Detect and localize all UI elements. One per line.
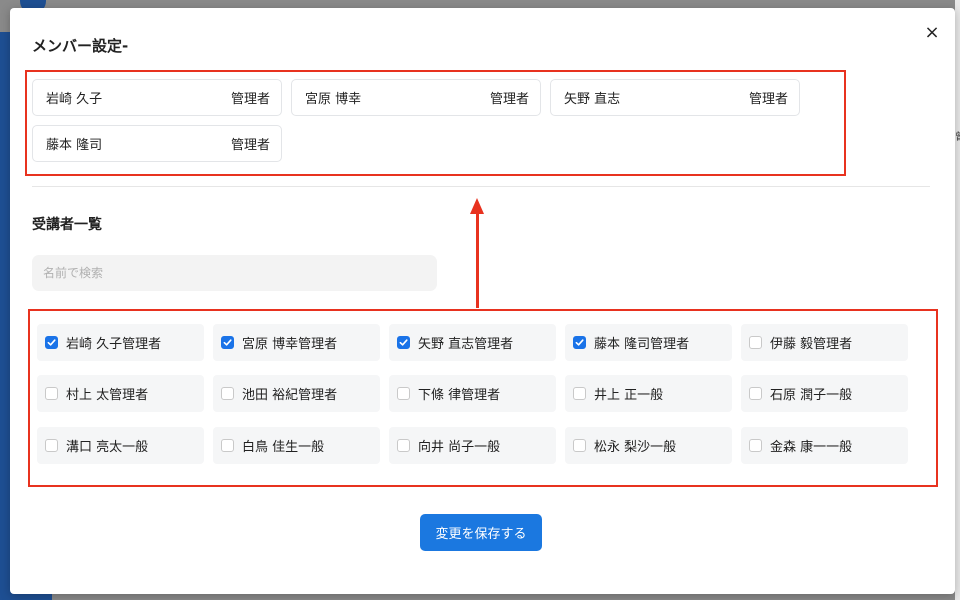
students-section-title: 受講者一覧 xyxy=(32,217,102,233)
student-checkbox-item[interactable]: 溝口 亮太一般 xyxy=(37,427,204,464)
student-checkbox-item[interactable]: 藤本 隆司管理者 xyxy=(565,324,732,361)
checkbox-unchecked-icon[interactable] xyxy=(573,439,586,452)
student-label: 松永 梨沙一般 xyxy=(594,440,677,455)
student-label: 下條 律管理者 xyxy=(418,388,501,403)
student-checkbox-item[interactable]: 井上 正一般 xyxy=(565,375,732,412)
checkbox-unchecked-icon[interactable] xyxy=(573,387,586,400)
background-text: 曾 xyxy=(955,128,960,143)
student-label: 矢野 直志管理者 xyxy=(418,337,514,352)
search-input[interactable] xyxy=(32,255,437,291)
member-card[interactable]: 藤本 隆司 管理者 xyxy=(32,125,282,162)
member-role: 管理者 xyxy=(748,92,788,107)
checkbox-unchecked-icon[interactable] xyxy=(749,387,762,400)
student-label: 溝口 亮太一般 xyxy=(66,440,149,455)
section-divider xyxy=(32,186,930,187)
annotation-arrow-head xyxy=(470,198,484,214)
student-label: 向井 尚子一般 xyxy=(418,440,501,455)
student-label: 岩崎 久子管理者 xyxy=(66,337,162,352)
checkbox-checked-icon[interactable] xyxy=(45,336,58,349)
student-checkbox-item[interactable]: 伊藤 毅管理者 xyxy=(741,324,908,361)
checkbox-unchecked-icon[interactable] xyxy=(45,387,58,400)
background-page-edge xyxy=(955,0,960,600)
member-role: 管理者 xyxy=(489,92,529,107)
student-checkbox-item[interactable]: 向井 尚子一般 xyxy=(389,427,556,464)
student-checkbox-item[interactable]: 金森 康一一般 xyxy=(741,427,908,464)
member-settings-modal: × メンバー設定- 岩崎 久子 管理者 宮原 博幸 管理者 矢野 直志 管理者 … xyxy=(10,8,955,594)
checkbox-unchecked-icon[interactable] xyxy=(221,439,234,452)
student-checkbox-item[interactable]: 松永 梨沙一般 xyxy=(565,427,732,464)
member-name: 矢野 直志 xyxy=(564,92,621,107)
student-label: 白鳥 佳生一般 xyxy=(242,440,325,455)
student-checkbox-item[interactable]: 村上 太管理者 xyxy=(37,375,204,412)
annotation-arrow-line xyxy=(476,213,479,308)
student-checkbox-item[interactable]: 岩崎 久子管理者 xyxy=(37,324,204,361)
student-label: 藤本 隆司管理者 xyxy=(594,337,690,352)
checkbox-unchecked-icon[interactable] xyxy=(221,387,234,400)
members-highlight-box: 岩崎 久子 管理者 宮原 博幸 管理者 矢野 直志 管理者 藤本 隆司 管理者 xyxy=(25,70,846,176)
student-label: 石原 潤子一般 xyxy=(770,388,853,403)
student-checkbox-item[interactable]: 池田 裕紀管理者 xyxy=(213,375,380,412)
member-card[interactable]: 岩崎 久子 管理者 xyxy=(32,79,282,116)
student-checkbox-item[interactable]: 下條 律管理者 xyxy=(389,375,556,412)
student-label: 伊藤 毅管理者 xyxy=(770,337,853,352)
checkbox-unchecked-icon[interactable] xyxy=(397,387,410,400)
member-name: 岩崎 久子 xyxy=(46,92,103,107)
checkbox-unchecked-icon[interactable] xyxy=(45,439,58,452)
member-role: 管理者 xyxy=(230,92,270,107)
checkbox-unchecked-icon[interactable] xyxy=(397,439,410,452)
checkbox-unchecked-icon[interactable] xyxy=(749,439,762,452)
checkbox-checked-icon[interactable] xyxy=(397,336,410,349)
checkbox-unchecked-icon[interactable] xyxy=(749,336,762,349)
checkbox-checked-icon[interactable] xyxy=(573,336,586,349)
student-label: 金森 康一一般 xyxy=(770,440,853,455)
save-button[interactable]: 変更を保存する xyxy=(420,514,542,551)
student-label: 村上 太管理者 xyxy=(66,388,149,403)
close-icon[interactable]: × xyxy=(922,22,942,43)
member-name: 宮原 博幸 xyxy=(305,92,362,107)
member-card[interactable]: 宮原 博幸 管理者 xyxy=(291,79,541,116)
student-checkbox-item[interactable]: 宮原 博幸管理者 xyxy=(213,324,380,361)
member-role: 管理者 xyxy=(230,138,270,153)
student-checkbox-item[interactable]: 石原 潤子一般 xyxy=(741,375,908,412)
member-card[interactable]: 矢野 直志 管理者 xyxy=(550,79,800,116)
student-checkbox-item[interactable]: 白鳥 佳生一般 xyxy=(213,427,380,464)
students-highlight-box: 岩崎 久子管理者 宮原 博幸管理者 矢野 直志管理者 藤本 隆司管理者 伊藤 毅管理者村… xyxy=(28,309,938,487)
student-label: 井上 正一般 xyxy=(594,388,664,403)
student-checkbox-item[interactable]: 矢野 直志管理者 xyxy=(389,324,556,361)
member-name: 藤本 隆司 xyxy=(46,138,103,153)
modal-title: メンバー設定- xyxy=(32,37,129,55)
checkbox-checked-icon[interactable] xyxy=(221,336,234,349)
student-label: 池田 裕紀管理者 xyxy=(242,388,338,403)
student-label: 宮原 博幸管理者 xyxy=(242,337,338,352)
